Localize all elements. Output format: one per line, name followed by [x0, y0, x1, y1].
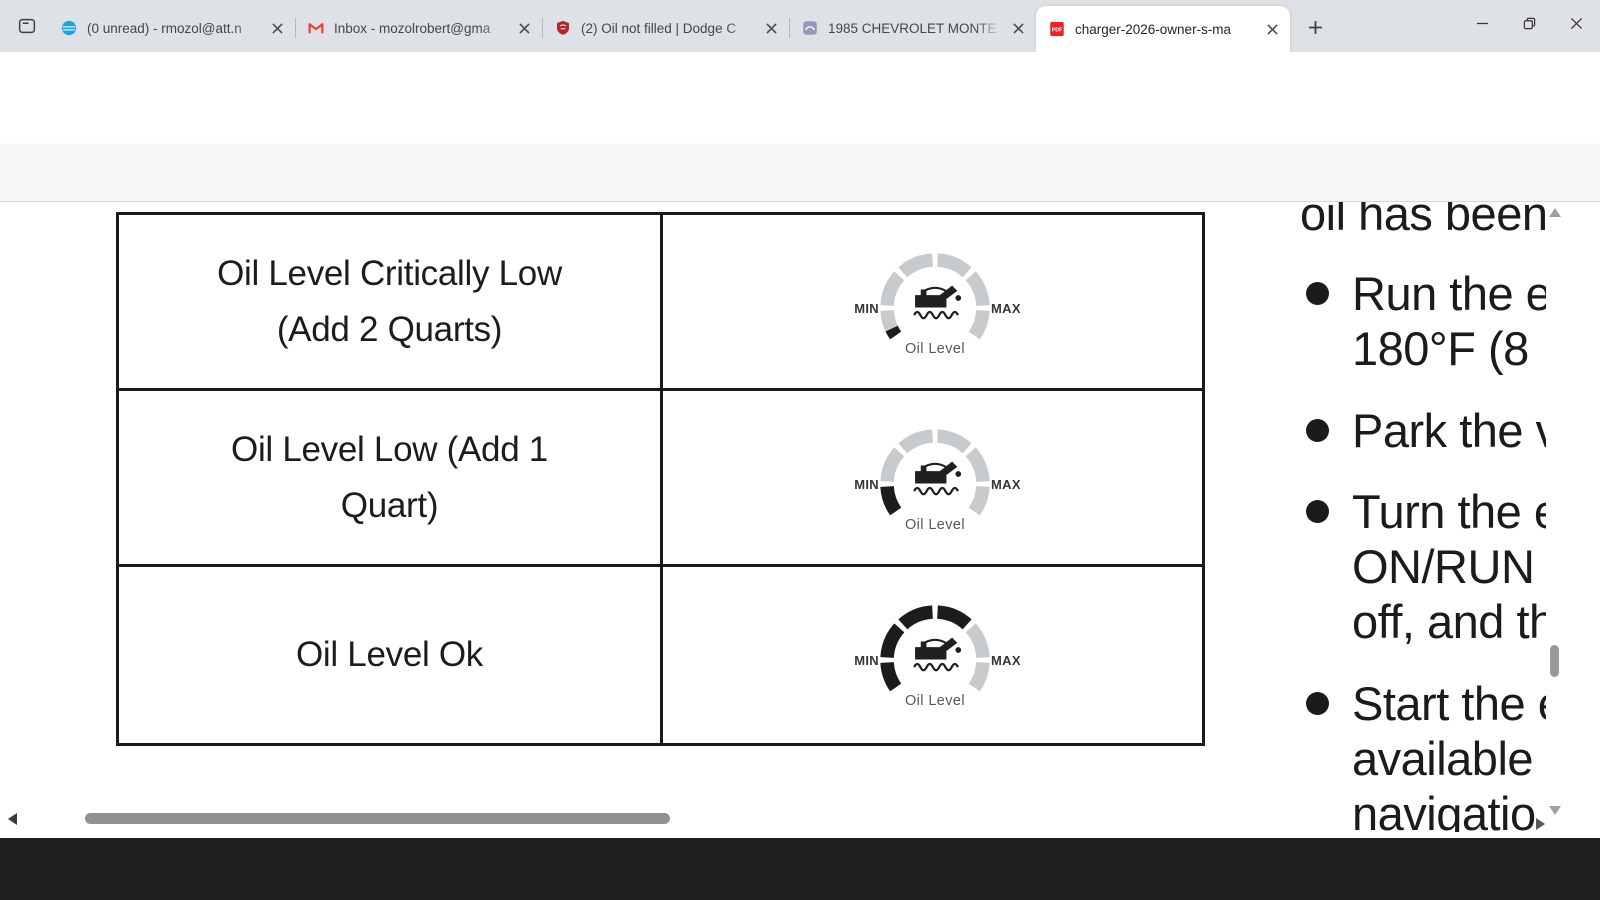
- svg-text:Oil Level: Oil Level: [905, 693, 965, 709]
- tab-bar: (0 unread) - rmozol@att.n Inbox - mozolr…: [0, 0, 1600, 52]
- row-label-line: Oil Level Low (Add 1: [231, 429, 548, 469]
- table-row: Oil Level Low (Add 1 Quart) MIN MAX Oil Le…: [119, 391, 1202, 567]
- table-row: Oil Level Ok MIN MAX Oil Level: [119, 567, 1202, 743]
- side-text-line: Park the v: [1352, 404, 1546, 457]
- new-tab-button[interactable]: [1302, 14, 1328, 40]
- row-label-line: Oil Level Critically Low: [217, 253, 562, 293]
- svg-text:MIN: MIN: [854, 477, 879, 492]
- vscroll-up-arrow[interactable]: [1549, 208, 1561, 217]
- windows-taskbar: 8:16 AM 4/12/2026: [0, 838, 1600, 900]
- svg-text:MAX: MAX: [991, 301, 1021, 316]
- tab-title: Inbox - mozolrobert@gma: [334, 20, 491, 36]
- favorites-bar: Marine Credit Unio... a Amazon.com: Onli…: [0, 104, 1600, 237]
- dodge-forum-icon: [554, 19, 572, 37]
- table-cell-label: Oil Level Low (Add 1 Quart): [119, 391, 663, 564]
- tab-title: (0 unread) - rmozol@att.n: [87, 20, 242, 36]
- table-cell-gauge: MIN MAX Oil Level: [663, 215, 1202, 388]
- att-globe-icon: [60, 19, 78, 37]
- pdf-toolbar: a Ask Copilot − + of 312: [0, 145, 1600, 335]
- restore-icon: [1523, 17, 1536, 29]
- side-text-line: ON/RUN p: [1352, 540, 1546, 593]
- tab-close-icon[interactable]: [1260, 17, 1284, 41]
- tab-title: charger-2026-owner-s-ma: [1075, 21, 1232, 37]
- tab-pdf-active[interactable]: PDF charger-2026-owner-s-ma: [1036, 6, 1290, 52]
- oil-level-gauge-critically-low: MIN MAX Oil Level: [840, 244, 1030, 366]
- plus-icon: [1308, 20, 1322, 34]
- monte-carlo-icon: [801, 19, 819, 37]
- row-label-line: (Add 2 Quarts): [276, 309, 503, 349]
- hscroll-right-arrow[interactable]: [1536, 818, 1545, 830]
- bullet-icon: [1306, 692, 1329, 715]
- close-icon: [1570, 17, 1583, 29]
- bullet-icon: [1306, 500, 1329, 523]
- oil-level-gauge-ok: MIN MAX Oil Level: [840, 596, 1030, 718]
- svg-text:PDF: PDF: [1052, 27, 1063, 33]
- svg-text:MIN: MIN: [854, 301, 879, 316]
- pdf-icon: PDF: [1048, 20, 1066, 38]
- tab-monte-carlo[interactable]: 1985 CHEVROLET MONTE: [789, 8, 1036, 48]
- tab-title: 1985 CHEVROLET MONTE: [828, 20, 997, 36]
- tab-dodge-forum[interactable]: (2) Oil not filled | Dodge C: [542, 8, 789, 48]
- side-text-line: 180°F (8: [1352, 322, 1529, 375]
- side-text-line: Run the e: [1352, 267, 1546, 320]
- tab-actions-icon: [18, 18, 36, 34]
- gmail-icon: [307, 19, 325, 37]
- svg-text:MAX: MAX: [991, 477, 1021, 492]
- minimize-button[interactable]: [1459, 0, 1506, 46]
- side-text-line: Start the e: [1352, 677, 1546, 730]
- table-row: Oil Level Critically Low (Add 2 Quarts) …: [119, 215, 1202, 391]
- hscroll-left-arrow[interactable]: [8, 813, 17, 825]
- edge-browser-window: (0 unread) - rmozol@att.n Inbox - mozolr…: [0, 0, 1600, 900]
- tab-gmail-inbox[interactable]: Inbox - mozolrobert@gma: [295, 8, 542, 48]
- row-label-line: Quart): [340, 485, 439, 525]
- restore-button[interactable]: [1506, 0, 1553, 46]
- side-text-line: oil has been: [1300, 202, 1546, 240]
- bullet-icon: [1306, 282, 1329, 305]
- oil-level-gauge-low: MIN MAX Oil Level: [840, 420, 1030, 542]
- tab-close-icon[interactable]: [265, 16, 289, 40]
- address-bar: File C:/Users/12624/Desktop/charger-2026…: [0, 52, 1600, 149]
- minimize-icon: [1476, 22, 1489, 24]
- svg-text:MAX: MAX: [991, 653, 1021, 668]
- vscroll-thumb[interactable]: [1550, 645, 1559, 677]
- table-cell-gauge: MIN MAX Oil Level: [663, 567, 1202, 743]
- svg-text:Oil Level: Oil Level: [905, 517, 965, 533]
- side-text-line: navigatio: [1352, 787, 1536, 832]
- side-text-line: Turn the e: [1352, 485, 1546, 538]
- close-button[interactable]: [1553, 0, 1600, 46]
- tab-close-icon[interactable]: [1006, 16, 1030, 40]
- tab-actions-menu-button[interactable]: [12, 13, 42, 39]
- table-cell-gauge: MIN MAX Oil Level: [663, 391, 1202, 564]
- pdf-page-content: Oil Level Critically Low (Add 2 Quarts) …: [0, 202, 1600, 838]
- hscroll-thumb[interactable]: [85, 813, 670, 824]
- side-text-line: available i: [1352, 732, 1546, 785]
- svg-text:Oil Level: Oil Level: [905, 341, 965, 357]
- tab-att-mail[interactable]: (0 unread) - rmozol@att.n: [48, 8, 295, 48]
- tab-close-icon[interactable]: [512, 16, 536, 40]
- svg-text:MIN: MIN: [854, 653, 879, 668]
- side-text-line: off, and th: [1352, 595, 1546, 648]
- vscroll-down-arrow[interactable]: [1549, 806, 1561, 815]
- row-label-line: Oil Level Ok: [295, 635, 484, 674]
- table-cell-label: Oil Level Ok: [119, 567, 663, 743]
- table-cell-label: Oil Level Critically Low (Add 2 Quarts): [119, 215, 663, 388]
- side-text-column: oil has been Run the e 180°F (8 Park the…: [1298, 202, 1546, 832]
- bullet-icon: [1306, 419, 1329, 442]
- window-controls: [1459, 0, 1600, 52]
- tab-title: (2) Oil not filled | Dodge C: [581, 20, 737, 36]
- oil-level-table: Oil Level Critically Low (Add 2 Quarts) …: [116, 212, 1205, 746]
- tab-close-icon[interactable]: [759, 16, 783, 40]
